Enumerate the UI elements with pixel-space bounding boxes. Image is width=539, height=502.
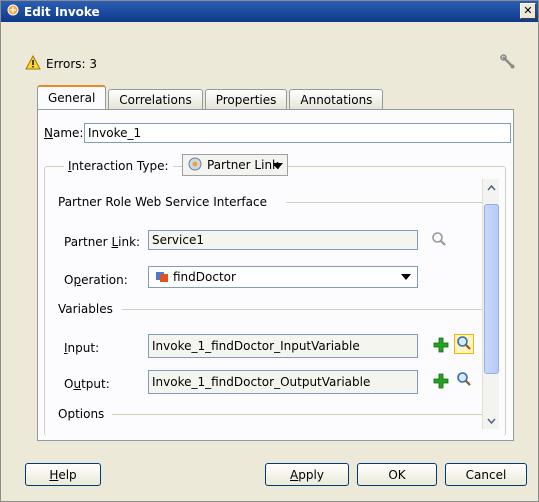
mnemonic: A (290, 467, 299, 482)
browse-partner-link-button[interactable] (429, 230, 449, 250)
plus-icon (433, 337, 449, 356)
warning-icon (25, 54, 41, 73)
browse-output-variable-button[interactable] (454, 370, 474, 390)
mnemonic: H (49, 467, 59, 482)
output-label: Output: (64, 377, 110, 391)
close-icon[interactable]: ✕ (520, 3, 536, 19)
search-icon (431, 231, 447, 250)
name-field[interactable]: Invoke_1 (84, 123, 511, 143)
operation-icon (155, 269, 169, 286)
label-text: nteraction Type: (71, 159, 169, 173)
scroll-down-button[interactable] (483, 412, 500, 429)
apply-button[interactable]: Apply (265, 463, 349, 486)
output-variable-field[interactable]: Invoke_1_findDoctor_OutputVariable (148, 370, 418, 394)
label-text: eration: (81, 273, 128, 287)
errors-indicator: Errors: 3 (25, 54, 97, 73)
invoke-icon (6, 3, 20, 20)
operation-label: Operation: (64, 273, 128, 287)
tab-label: General (48, 91, 96, 105)
input-variable-field[interactable]: Invoke_1_findDoctor_InputVariable (148, 334, 418, 358)
variables-heading: Variables (58, 302, 113, 316)
button-label: OK (388, 467, 406, 482)
mnemonic: u (73, 377, 82, 391)
interaction-type-label: Interaction Type: (64, 159, 173, 173)
partner-link-icon (187, 156, 203, 175)
scroll-thumb[interactable] (484, 204, 499, 374)
name-label: Name: (44, 126, 83, 140)
divider (112, 414, 482, 415)
mnemonic: p (73, 273, 82, 287)
tab-correlations[interactable]: Correlations (108, 89, 203, 109)
partner-link-label: Partner Link: (64, 235, 140, 249)
partner-link-field[interactable]: Service1 (148, 230, 418, 250)
interaction-type-dropdown[interactable]: Partner Link (182, 154, 288, 176)
label-text: ink: (118, 235, 141, 249)
button-label: Cancel (465, 467, 507, 482)
divider (286, 202, 482, 203)
label-text: nput: (67, 341, 100, 355)
add-input-variable-button[interactable] (431, 336, 451, 356)
operation-value: findDoctor (173, 270, 236, 284)
title-bar[interactable]: Edit Invoke ✕ (1, 1, 538, 22)
tab-label: Properties (215, 92, 277, 107)
cancel-button[interactable]: Cancel (445, 463, 527, 486)
button-label: pply (298, 467, 324, 482)
vertical-scrollbar[interactable] (482, 179, 499, 429)
general-panel: Name: Invoke_1 Interaction Type: Partner… (37, 109, 514, 441)
tab-general[interactable]: General (37, 85, 107, 109)
divider (122, 309, 482, 310)
scroll-up-button[interactable] (483, 179, 500, 196)
operation-dropdown[interactable]: findDoctor (148, 266, 418, 288)
ok-button[interactable]: OK (357, 463, 437, 486)
window-title: Edit Invoke (24, 4, 100, 19)
plus-icon (433, 373, 449, 392)
partner-role-heading: Partner Role Web Service Interface (58, 195, 267, 209)
interaction-type-value: Partner Link (207, 158, 279, 172)
input-label: Input: (64, 341, 99, 355)
add-output-variable-button[interactable] (431, 372, 451, 392)
tab-properties[interactable]: Properties (204, 89, 288, 109)
help-button[interactable]: Help (25, 463, 101, 486)
tab-strip: General Correlations Properties Annotati… (37, 85, 385, 109)
chevron-down-icon (273, 163, 283, 169)
mnemonic: N (44, 126, 53, 140)
label-text: tput: (81, 377, 110, 391)
tab-label: Correlations (119, 92, 192, 107)
label-text: ame: (52, 126, 84, 140)
options-heading: Options (58, 407, 105, 421)
button-label: elp (58, 467, 77, 482)
edit-invoke-dialog: Edit Invoke ✕ Errors: 3 General Correlat… (0, 0, 539, 502)
tab-annotations[interactable]: Annotations (289, 89, 384, 109)
label-text: Partner (64, 235, 112, 249)
search-icon (456, 371, 472, 390)
errors-text: Errors: 3 (46, 57, 97, 71)
browse-input-variable-button[interactable] (454, 334, 474, 354)
tab-label: Annotations (300, 92, 373, 107)
search-icon (456, 335, 472, 354)
wrench-icon[interactable] (500, 54, 516, 73)
chevron-down-icon (401, 274, 411, 280)
